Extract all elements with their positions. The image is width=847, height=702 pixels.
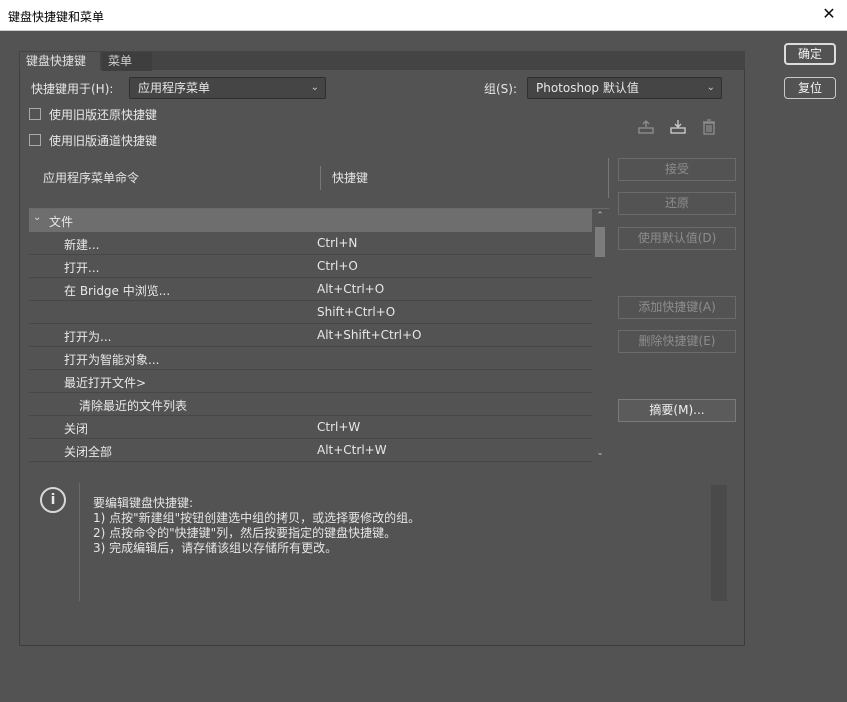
table-row[interactable]: 清除最近的文件列表 [29, 393, 592, 416]
new-set-icon[interactable] [669, 118, 687, 136]
ok-button[interactable]: 确定 [784, 43, 836, 65]
header-edge [608, 158, 609, 198]
set-value: Photoshop 默认值 [536, 81, 639, 95]
table-row[interactable]: 打开为... Alt+Shift+Ctrl+O [29, 324, 592, 347]
row-shortcut[interactable]: Alt+Shift+Ctrl+O [317, 328, 421, 342]
chevron-down-icon: ⌄ [706, 82, 715, 93]
row-command: 关闭 [64, 422, 89, 436]
table-row[interactable]: Shift+Ctrl+O [29, 301, 592, 324]
chevron-down-icon[interactable]: ⌄ [33, 212, 41, 223]
row-shortcut[interactable]: Ctrl+N [317, 236, 357, 250]
info-icon: i [40, 487, 66, 513]
legacy-channel-checkbox[interactable] [29, 134, 41, 146]
group-label: 文件 [49, 215, 74, 229]
tab-menus[interactable]: 菜单 [102, 52, 152, 71]
row-command: 在 Bridge 中浏览... [64, 284, 171, 298]
chevron-up-icon[interactable]: ⌃ [592, 211, 608, 223]
window-title: 键盘快捷键和菜单 [8, 10, 105, 24]
row-command: 关闭全部 [64, 445, 113, 459]
row-shortcut[interactable]: Ctrl+W [317, 420, 360, 434]
table-row[interactable]: 关闭全部 Alt+Ctrl+W [29, 439, 592, 462]
undo-button[interactable]: 还原 [618, 192, 736, 215]
row-command: 最近打开文件> [64, 376, 147, 390]
column-divider [320, 166, 321, 190]
table-row[interactable]: 在 Bridge 中浏览... Alt+Ctrl+O [29, 278, 592, 301]
row-command: 打开... [64, 261, 100, 275]
close-icon[interactable]: ✕ [821, 5, 837, 23]
table-group-row[interactable]: ⌄ 文件 [29, 209, 592, 232]
add-shortcut-button[interactable]: 添加快捷键(A) [618, 296, 736, 319]
table-row[interactable]: 打开... Ctrl+O [29, 255, 592, 278]
info-scrollbar[interactable] [711, 485, 727, 601]
table-row[interactable]: 新建... Ctrl+N [29, 232, 592, 255]
row-command: 打开为... [64, 330, 112, 344]
column-header-command[interactable]: 应用程序菜单命令 [43, 169, 139, 186]
legacy-undo-checkbox[interactable] [29, 108, 41, 120]
table-scrollbar[interactable]: ⌃ ⌄ [592, 209, 608, 462]
delete-shortcut-button[interactable]: 删除快捷键(E) [618, 330, 736, 353]
info-line: 3) 完成编辑后，请存储该组以存储所有更改。 [93, 541, 338, 555]
column-header-shortcut[interactable]: 快捷键 [332, 169, 368, 186]
summarize-button[interactable]: 摘要(M)... [618, 399, 736, 422]
row-command: 新建... [64, 238, 100, 252]
tab-keyboard-shortcuts[interactable]: 键盘快捷键 [20, 52, 100, 71]
table-row[interactable]: 最近打开文件> [29, 370, 592, 393]
delete-set-icon[interactable] [700, 118, 718, 136]
shortcuts-for-value: 应用程序菜单 [138, 81, 211, 95]
scroll-thumb[interactable] [595, 227, 605, 257]
info-box: 要编辑键盘快捷键: 1) 点按"新建组"按钮创建选中组的拷贝，或选择要修改的组。… [79, 483, 727, 601]
accept-button[interactable]: 接受 [618, 158, 736, 181]
shortcuts-for-label: 快捷键用于(H): [31, 82, 114, 96]
row-shortcut[interactable]: Shift+Ctrl+O [317, 305, 395, 319]
chevron-down-icon: ⌄ [310, 82, 319, 93]
row-command: 打开为智能对象... [64, 353, 160, 367]
table-header: 应用程序菜单命令 快捷键 [29, 158, 609, 198]
set-select[interactable]: Photoshop 默认值 ⌄ [527, 77, 722, 99]
legacy-channel-label: 使用旧版通道快捷键 [49, 133, 158, 148]
chevron-down-icon[interactable]: ⌄ [592, 448, 608, 460]
reset-button[interactable]: 复位 [784, 77, 836, 99]
legacy-undo-label: 使用旧版还原快捷键 [49, 107, 158, 122]
row-shortcut[interactable]: Alt+Ctrl+O [317, 282, 384, 296]
shortcuts-for-select[interactable]: 应用程序菜单 ⌄ [129, 77, 326, 99]
legacy-channel-checkbox-row[interactable]: 使用旧版通道快捷键 [29, 132, 157, 148]
legacy-undo-checkbox-row[interactable]: 使用旧版还原快捷键 [29, 106, 157, 122]
row-shortcut[interactable]: Alt+Ctrl+W [317, 443, 387, 457]
table-row[interactable]: 关闭 Ctrl+W [29, 416, 592, 439]
title-bar: 键盘快捷键和菜单 ✕ [0, 0, 847, 31]
set-label: 组(S): [484, 82, 518, 96]
shortcut-table: ⌄ 文件 新建... Ctrl+N 打开... Ctrl+O 在 Bridge … [29, 208, 609, 462]
save-set-icon[interactable] [637, 118, 655, 136]
row-shortcut[interactable]: Ctrl+O [317, 259, 358, 273]
row-command: 清除最近的文件列表 [79, 399, 188, 413]
use-default-button[interactable]: 使用默认值(D) [618, 227, 736, 250]
table-row[interactable]: 打开为智能对象... [29, 347, 592, 370]
